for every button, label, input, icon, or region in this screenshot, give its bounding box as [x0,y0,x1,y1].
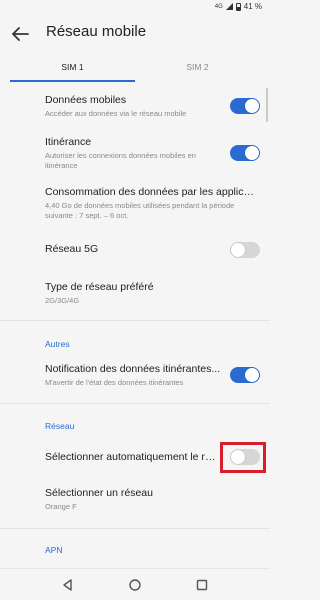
roaming-notification-toggle[interactable] [230,367,260,383]
setting-5g[interactable]: Réseau 5G [45,243,225,256]
setting-preferred-network[interactable]: Type de réseau préféré 2G/3G/4G [45,281,225,306]
section-divider [0,528,270,529]
toggle-knob [245,146,259,160]
setting-mobile-data[interactable]: Données mobiles Accéder aux données via … [45,94,225,119]
section-divider [0,320,270,321]
network-type: 4G [214,3,223,10]
back-triangle-icon[interactable] [60,577,76,593]
tab-sim-2[interactable]: SIM 2 [135,58,260,82]
setting-subtitle: 2G/3G/4G [45,296,80,305]
navigation-bar [0,568,270,600]
sim-tabs: SIM 1 SIM 2 [10,58,260,82]
5g-toggle[interactable] [230,242,260,258]
setting-title: Sélectionner un réseau [45,487,153,499]
status-bar: 4G 41 % [0,0,270,14]
roaming-toggle[interactable] [230,145,260,161]
signal-icon [225,3,233,10]
setting-title: Type de réseau préféré [45,281,154,293]
setting-subtitle: Accéder aux données via le réseau mobile [45,109,187,118]
setting-title: Réseau 5G [45,243,99,255]
arrow-left-icon [12,27,29,41]
setting-roaming[interactable]: Itinérance Autoriser les connexions donn… [45,136,225,171]
toggle-knob [245,368,259,382]
setting-subtitle: M'avertir de l'état des données itinéran… [45,378,184,387]
setting-data-usage[interactable]: Consommation des données par les applica… [45,186,257,221]
setting-roaming-notification[interactable]: Notification des données itinérantes... … [45,363,225,388]
setting-title: Consommation des données par les applica… [45,186,257,198]
back-button[interactable] [8,22,32,46]
home-circle-icon[interactable] [127,577,143,593]
section-divider [0,403,270,404]
mobile-data-toggle[interactable] [230,98,260,114]
recents-square-icon[interactable] [194,577,210,593]
toggle-knob [245,99,259,113]
battery-icon [235,2,241,11]
setting-subtitle: Orange F [45,502,77,511]
setting-title: Données mobiles [45,94,127,106]
setting-subtitle: 4,40 Go de données mobiles utilisées pen… [45,201,235,220]
highlight-box [220,442,266,473]
scrollbar[interactable] [266,88,268,122]
toggle-knob [231,243,245,257]
page-title: Réseau mobile [46,23,147,40]
setting-auto-select-network[interactable]: Sélectionner automatiquement le ré... [45,451,217,464]
setting-title: Sélectionner automatiquement le ré... [45,451,217,463]
setting-select-network[interactable]: Sélectionner un réseau Orange F [45,487,225,512]
setting-title: Itinérance [45,136,92,148]
setting-title: Notification des données itinérantes... [45,363,221,375]
battery-level: 41 % [243,2,262,11]
section-header-others: Autres [45,339,70,349]
section-header-apn: APN [45,545,63,555]
setting-subtitle: Autoriser les connexions données mobiles… [45,151,196,170]
status-indicators: 4G 41 % [215,2,262,11]
app-bar: Réseau mobile [0,14,270,54]
section-header-network: Réseau [45,421,75,431]
tab-sim-1[interactable]: SIM 1 [10,58,135,82]
